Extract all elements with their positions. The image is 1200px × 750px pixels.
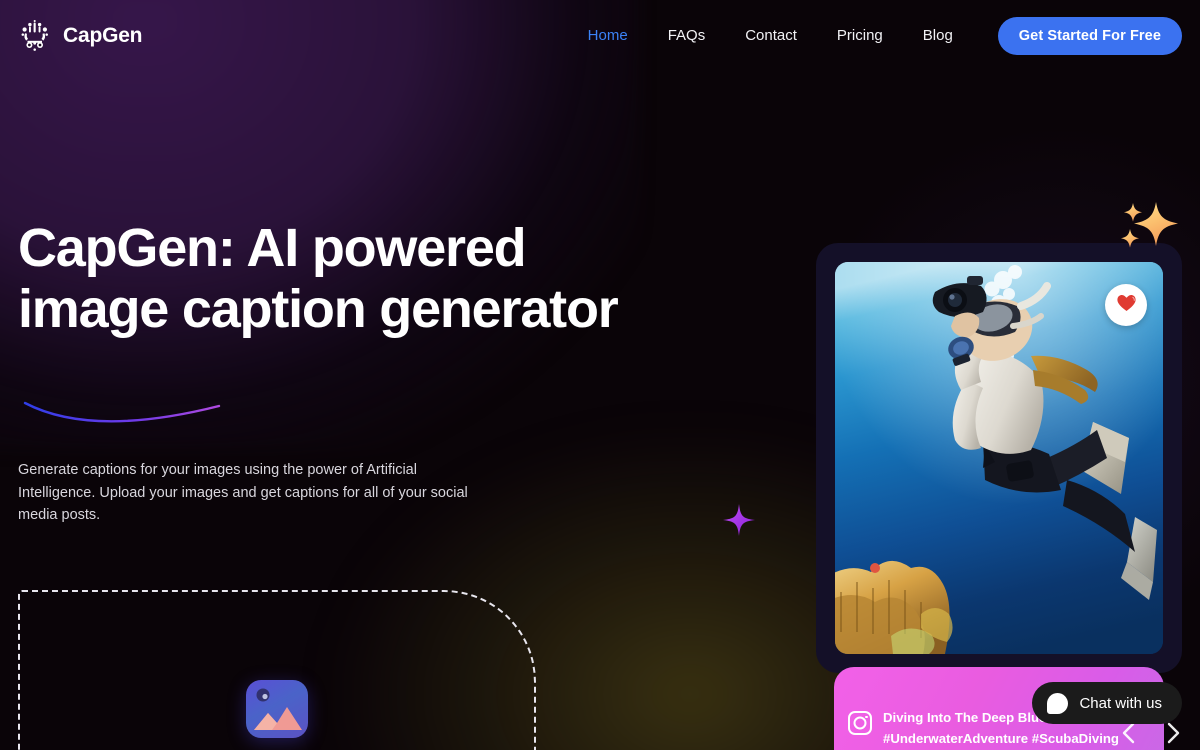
- sparkle-icon: [722, 503, 756, 542]
- chat-bubble-icon: [1047, 692, 1069, 714]
- preview-card-stack: Diving Into The Deep Blue #UnderwaterAdv…: [816, 243, 1182, 750]
- image-placeholder-icon: [246, 680, 308, 738]
- main-nav: Home FAQs Contact Pricing Blog Get Start…: [568, 16, 1182, 56]
- site-header: CapGen Home FAQs Contact Pricing Blog Ge…: [0, 0, 1200, 72]
- chat-widget-label: Chat with us: [1079, 694, 1162, 712]
- dropzone-content: Drag and drop an image here: [20, 680, 534, 750]
- chevron-right-icon[interactable]: [1166, 722, 1182, 749]
- image-dropzone[interactable]: Drag and drop an image here: [18, 590, 536, 750]
- nav-item-home[interactable]: Home: [568, 16, 648, 56]
- scuba-diver-underwater-photo: [835, 262, 1163, 654]
- chat-widget[interactable]: Chat with us: [1032, 682, 1182, 724]
- photo-card: [816, 243, 1182, 673]
- heart-icon: [1116, 293, 1137, 318]
- hero-subtitle: Generate captions for your images using …: [18, 462, 468, 523]
- sparkle-icon: [1118, 196, 1188, 259]
- instagram-icon: [848, 711, 872, 735]
- brand-name: CapGen: [63, 24, 143, 47]
- page-title: CapGen: AI powered image caption generat…: [18, 218, 619, 339]
- chevron-left-icon[interactable]: [1120, 722, 1136, 749]
- brand-logo[interactable]: CapGen: [18, 19, 143, 53]
- like-button[interactable]: [1105, 284, 1147, 326]
- nav-item-contact[interactable]: Contact: [725, 16, 817, 56]
- nav-item-pricing[interactable]: Pricing: [817, 16, 903, 56]
- nav-item-blog[interactable]: Blog: [903, 16, 973, 56]
- title-underline: [23, 401, 221, 423]
- get-started-button[interactable]: Get Started For Free: [997, 17, 1182, 55]
- brain-circuit-icon: [18, 19, 52, 53]
- carousel-nav: [1120, 720, 1182, 750]
- nav-item-faqs[interactable]: FAQs: [648, 16, 726, 56]
